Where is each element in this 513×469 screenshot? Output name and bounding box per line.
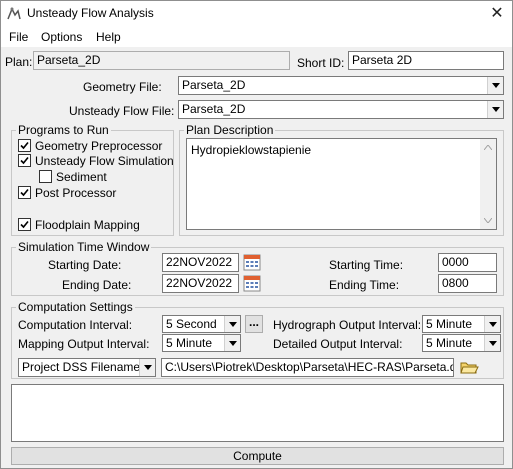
ending-time-field[interactable]: 0800: [438, 274, 497, 293]
title-bar: Unsteady Flow Analysis ✕: [1, 1, 512, 27]
unsteady-flow-file-value: Parseta_2D: [182, 102, 246, 116]
project-dss-filename-label: Project DSS Filename:: [22, 360, 144, 374]
geometry-file-label: Geometry File:: [83, 80, 162, 94]
project-dss-filename-dropdown[interactable]: Project DSS Filename:: [18, 358, 156, 377]
mapping-output-interval-label: Mapping Output Interval:: [18, 337, 150, 351]
computation-interval-dropdown[interactable]: 5 Second: [162, 315, 241, 333]
starting-date-label: Starting Date:: [48, 258, 122, 272]
menu-bar: File Options Help: [1, 27, 512, 47]
short-id-field[interactable]: Parseta 2D: [348, 51, 504, 70]
chevron-down-icon[interactable]: [224, 335, 240, 351]
post-processor-checkbox[interactable]: [18, 186, 31, 199]
hydrograph-output-interval-value: 5 Minute: [426, 317, 473, 331]
post-processor-label: Post Processor: [35, 186, 117, 200]
computation-options-button[interactable]: ...: [245, 315, 263, 333]
menu-file[interactable]: File: [9, 30, 28, 44]
hydrograph-output-interval-label: Hydrograph Output Interval:: [273, 318, 422, 332]
close-icon[interactable]: ✕: [485, 3, 509, 25]
detailed-output-interval-dropdown[interactable]: 5 Minute: [422, 334, 501, 352]
programs-to-run-title: Programs to Run: [16, 123, 111, 137]
menu-help[interactable]: Help: [96, 30, 121, 44]
chevron-down-icon[interactable]: [224, 316, 240, 332]
compute-button[interactable]: Compute: [11, 447, 504, 465]
scroll-up-icon[interactable]: [484, 145, 492, 150]
floodplain-mapping-label: Floodplain Mapping: [35, 218, 140, 232]
plan-label: Plan:: [5, 55, 33, 69]
starting-date-field[interactable]: 22NOV2022: [162, 253, 239, 272]
plan-description-text: Hydropieklowstapienie: [191, 143, 312, 157]
detailed-output-interval-label: Detailed Output Interval:: [273, 337, 403, 351]
mapping-output-interval-value: 5 Minute: [166, 336, 213, 350]
geometry-file-value: Parseta_2D: [182, 78, 246, 92]
open-folder-icon[interactable]: [459, 357, 479, 377]
checkmark-icon: [20, 156, 29, 165]
checkmark-icon: [20, 220, 29, 229]
unsteady-flow-simulation-label: Unsteady Flow Simulation: [35, 154, 174, 168]
checkmark-icon: [20, 188, 29, 197]
calendar-icon[interactable]: [243, 253, 261, 271]
starting-time-field[interactable]: 0000: [438, 253, 497, 272]
chevron-down-icon[interactable]: [484, 335, 500, 351]
hec-ras-app-icon: [6, 5, 22, 21]
hydrograph-output-interval-dropdown[interactable]: 5 Minute: [422, 315, 501, 333]
floodplain-mapping-checkbox[interactable]: [18, 218, 31, 231]
unsteady-flow-simulation-checkbox[interactable]: [18, 154, 31, 167]
ending-date-label: Ending Date:: [62, 278, 132, 292]
chevron-down-icon[interactable]: [484, 316, 500, 332]
calendar-icon[interactable]: [243, 274, 261, 292]
chevron-down-icon[interactable]: [139, 359, 155, 376]
plan-description-textarea[interactable]: Hydropieklowstapienie: [186, 138, 497, 230]
sediment-checkbox[interactable]: [39, 170, 52, 183]
geometry-preprocessor-checkbox[interactable]: [18, 139, 31, 152]
scroll-down-icon[interactable]: [484, 218, 492, 223]
message-area: [11, 384, 504, 442]
checkmark-icon: [20, 141, 29, 150]
sediment-label: Sediment: [56, 170, 107, 184]
geometry-preprocessor-label: Geometry Preprocessor: [35, 139, 163, 153]
unsteady-flow-file-dropdown[interactable]: Parseta_2D: [178, 100, 504, 119]
chevron-down-icon[interactable]: [487, 77, 503, 94]
dss-path-field[interactable]: C:\Users\Piotrek\Desktop\Parseta\HEC-RAS…: [161, 358, 454, 377]
detailed-output-interval-value: 5 Minute: [426, 336, 473, 350]
geometry-file-dropdown[interactable]: Parseta_2D: [178, 76, 504, 95]
computation-interval-label: Computation Interval:: [18, 318, 133, 332]
unsteady-flow-analysis-window: Unsteady Flow Analysis ✕ File Options He…: [0, 0, 513, 469]
starting-time-label: Starting Time:: [329, 258, 404, 272]
menu-options[interactable]: Options: [41, 30, 82, 44]
plan-field[interactable]: Parseta_2D: [33, 51, 290, 70]
computation-settings-title: Computation Settings: [16, 300, 135, 314]
ending-date-field[interactable]: 22NOV2022: [162, 274, 239, 293]
description-scrollbar[interactable]: [480, 139, 496, 229]
simulation-time-window-title: Simulation Time Window: [16, 240, 152, 254]
short-id-label: Short ID:: [297, 56, 345, 70]
plan-description-title: Plan Description: [184, 123, 276, 137]
unsteady-flow-file-label: Unsteady Flow File:: [69, 104, 175, 118]
window-title: Unsteady Flow Analysis: [27, 6, 154, 20]
mapping-output-interval-dropdown[interactable]: 5 Minute: [162, 334, 241, 352]
computation-interval-value: 5 Second: [166, 317, 217, 331]
chevron-down-icon[interactable]: [487, 101, 503, 118]
ending-time-label: Ending Time:: [329, 278, 400, 292]
